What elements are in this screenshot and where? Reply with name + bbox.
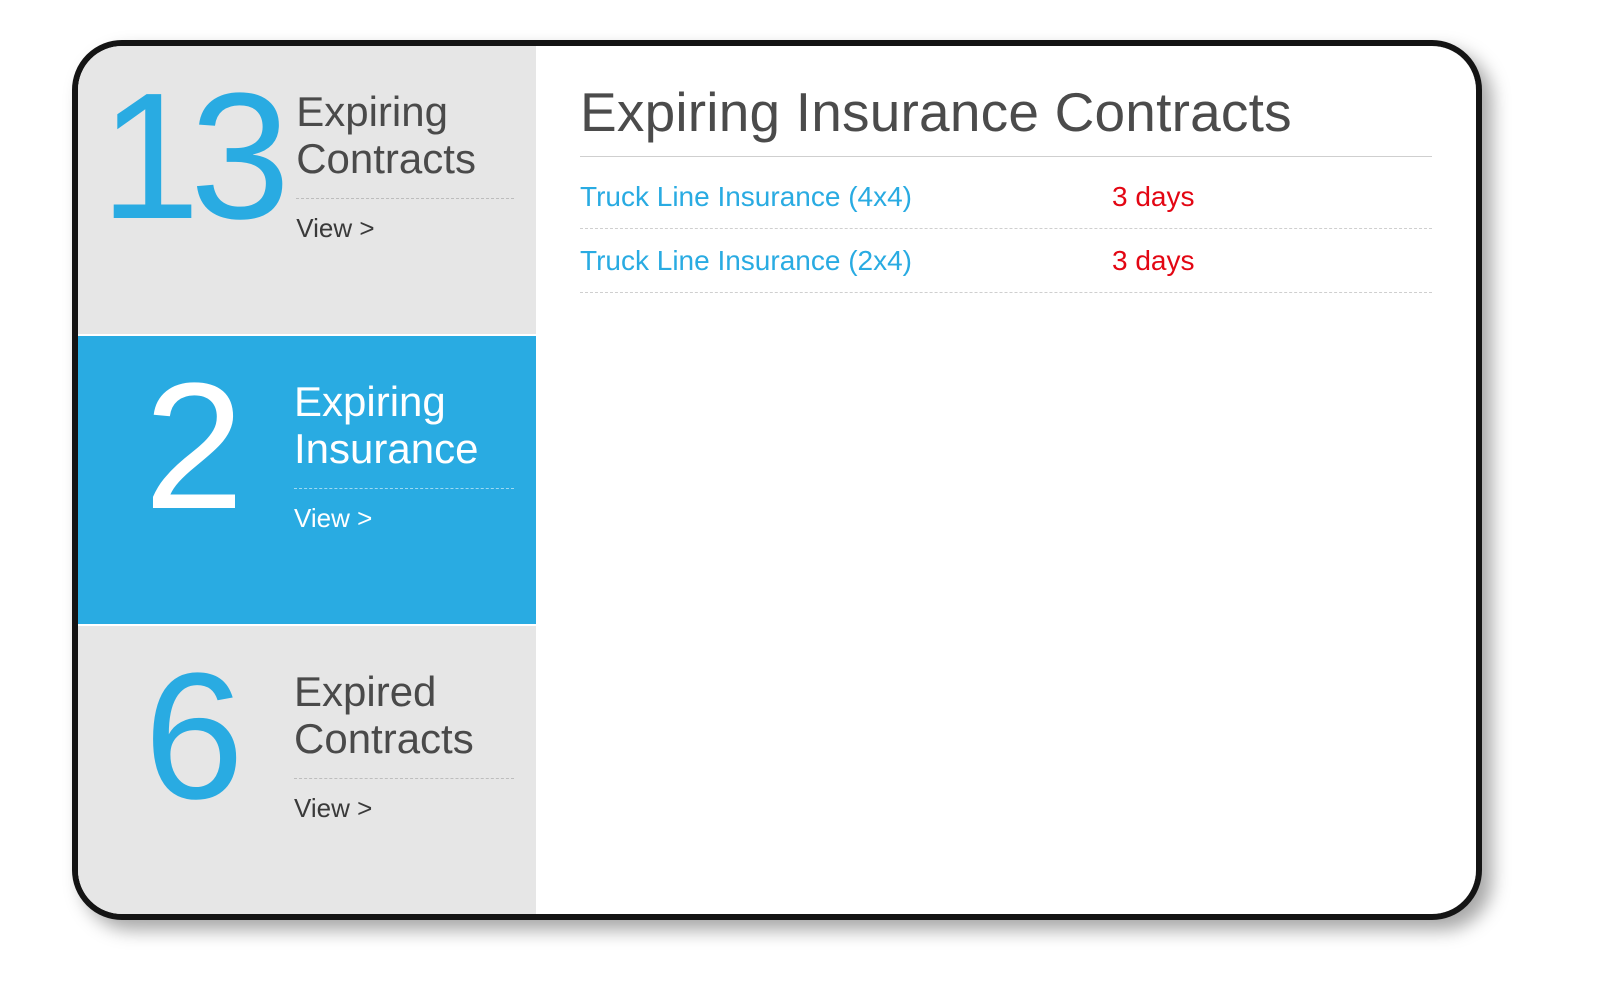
- insurance-row: Truck Line Insurance (2x4) 3 days: [580, 229, 1432, 293]
- tile-expiring-insurance[interactable]: 2 Expiring Insurance View >: [78, 334, 536, 624]
- tile-info: Expired Contracts View >: [278, 654, 514, 824]
- tile-title-line1: Expiring: [294, 378, 446, 425]
- main-panel: Expiring Insurance Contracts Truck Line …: [536, 46, 1476, 914]
- tile-count: 2: [100, 370, 278, 523]
- tile-title: Expired Contracts: [294, 668, 514, 779]
- sidebar: 13 Expiring Contracts View > 2 Expiring …: [78, 46, 536, 914]
- insurance-name-link[interactable]: Truck Line Insurance (2x4): [580, 245, 1112, 277]
- tile-title-line2: Contracts: [296, 135, 476, 182]
- main-title: Expiring Insurance Contracts: [580, 80, 1432, 157]
- insurance-row: Truck Line Insurance (4x4) 3 days: [580, 165, 1432, 229]
- insurance-name-link[interactable]: Truck Line Insurance (4x4): [580, 181, 1112, 213]
- tile-title-line2: Contracts: [294, 715, 474, 762]
- tile-title: Expiring Insurance: [294, 378, 514, 489]
- tile-view-link[interactable]: View >: [296, 213, 514, 244]
- insurance-days: 3 days: [1112, 181, 1432, 213]
- tile-expired-contracts[interactable]: 6 Expired Contracts View >: [78, 624, 536, 914]
- tile-info: Expiring Contracts View >: [280, 74, 514, 244]
- tile-count: 6: [100, 660, 278, 813]
- tile-title-line2: Insurance: [294, 425, 478, 472]
- tile-info: Expiring Insurance View >: [278, 364, 514, 534]
- tile-title: Expiring Contracts: [296, 88, 514, 199]
- tile-title-line1: Expired: [294, 668, 436, 715]
- dashboard-frame: 13 Expiring Contracts View > 2 Expiring …: [72, 40, 1482, 920]
- tile-view-link[interactable]: View >: [294, 503, 514, 534]
- tile-title-line1: Expiring: [296, 88, 448, 135]
- tile-expiring-contracts[interactable]: 13 Expiring Contracts View >: [78, 46, 536, 334]
- tile-count: 13: [100, 80, 280, 233]
- insurance-days: 3 days: [1112, 245, 1432, 277]
- tile-view-link[interactable]: View >: [294, 793, 514, 824]
